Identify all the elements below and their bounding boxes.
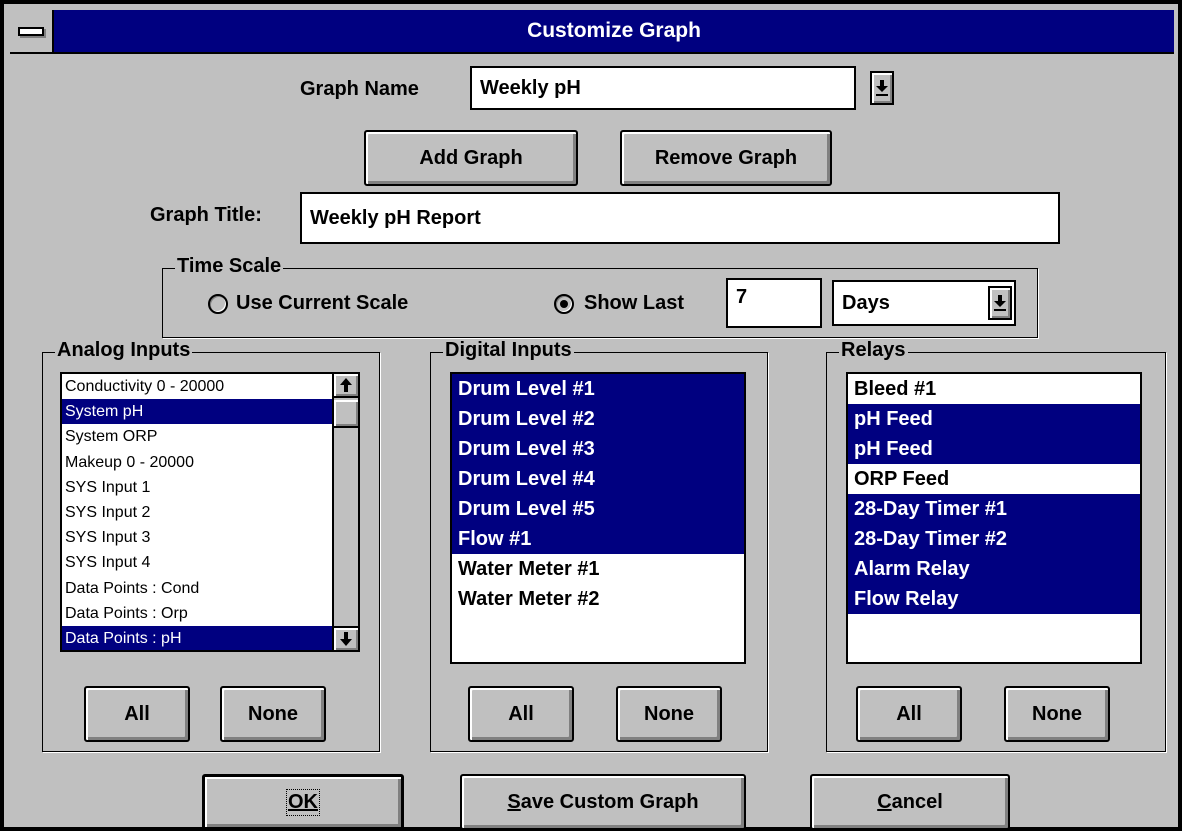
customize-graph-dialog: Customize Graph Graph Name Weekly pH Add… [0, 0, 1182, 831]
list-item[interactable]: Drum Level #5 [452, 494, 744, 524]
window-title: Customize Graph [527, 19, 701, 42]
graph-name-field[interactable]: Weekly pH [470, 66, 856, 110]
save-custom-graph-button[interactable]: Save Custom Graph [460, 774, 746, 830]
analog-inputs-scrollbar[interactable] [332, 374, 358, 650]
add-graph-button[interactable]: Add Graph [364, 130, 578, 186]
digital-inputs-list[interactable]: Drum Level #1 Drum Level #2 Drum Level #3 D… [450, 372, 746, 664]
analog-inputs-list[interactable]: Conductivity 0 - 20000 System pH System OR… [60, 372, 360, 652]
scroll-down-button[interactable] [334, 626, 358, 650]
show-last-value: 7 [736, 286, 748, 308]
down-arrow-icon [994, 295, 1006, 311]
show-last-value-field[interactable]: 7 [726, 278, 822, 328]
ok-button[interactable]: OK [202, 774, 404, 830]
show-last-label: Show Last [584, 292, 685, 314]
list-item[interactable]: Flow #1 [452, 524, 744, 554]
list-item[interactable]: Drum Level #3 [452, 434, 744, 464]
list-item[interactable]: Data Points : Cond [62, 576, 334, 601]
list-item[interactable]: Water Meter #1 [452, 554, 744, 584]
list-item[interactable]: pH Feed [848, 404, 1140, 434]
remove-graph-button[interactable]: Remove Graph [620, 130, 832, 186]
list-item[interactable]: Water Meter #2 [452, 584, 744, 614]
analog-all-button[interactable]: All [84, 686, 190, 742]
list-item[interactable]: SYS Input 4 [62, 550, 334, 575]
graph-title-label: Graph Title: [150, 204, 262, 226]
list-item[interactable]: 28-Day Timer #2 [848, 524, 1140, 554]
cancel-button-label: Cancel [877, 790, 943, 813]
list-item[interactable]: Conductivity 0 - 20000 [62, 374, 334, 399]
list-item[interactable]: ORP Feed [848, 464, 1140, 494]
digital-none-button[interactable]: None [616, 686, 722, 742]
relays-none-button[interactable]: None [1004, 686, 1110, 742]
scroll-thumb[interactable] [334, 400, 358, 428]
relays-all-button[interactable]: All [856, 686, 962, 742]
time-unit-value: Days [842, 291, 890, 314]
cancel-button[interactable]: Cancel [810, 774, 1010, 830]
list-item[interactable]: SYS Input 1 [62, 475, 334, 500]
list-item[interactable]: pH Feed [848, 434, 1140, 464]
list-item[interactable]: System ORP [62, 424, 334, 449]
list-item[interactable]: Makeup 0 - 20000 [62, 450, 334, 475]
list-item[interactable]: Flow Relay [848, 584, 1140, 614]
list-item[interactable]: Bleed #1 [848, 374, 1140, 404]
list-item[interactable]: Drum Level #2 [452, 404, 744, 434]
list-item[interactable]: 28-Day Timer #1 [848, 494, 1140, 524]
analog-inputs-title: Analog Inputs [55, 339, 193, 361]
graph-title-field[interactable]: Weekly pH Report [300, 192, 1060, 244]
analog-none-button[interactable]: None [220, 686, 326, 742]
graph-name-label: Graph Name [300, 78, 419, 100]
use-current-scale-radio[interactable] [208, 294, 228, 314]
list-item[interactable]: SYS Input 2 [62, 500, 334, 525]
relays-list[interactable]: Bleed #1 pH Feed pH Feed ORP Feed 28-Day Tim… [846, 372, 1142, 664]
save-custom-graph-label: Save Custom Graph [507, 790, 699, 813]
down-arrow-icon [876, 80, 888, 96]
show-last-radio[interactable] [554, 294, 574, 314]
ok-button-label: OK [286, 788, 320, 816]
list-item[interactable]: SYS Input 3 [62, 525, 334, 550]
system-menu-icon [18, 26, 44, 36]
scroll-up-button[interactable] [334, 374, 358, 398]
digital-all-button[interactable]: All [468, 686, 574, 742]
list-item[interactable]: System pH [62, 399, 334, 425]
time-unit-dropdown-button[interactable] [988, 286, 1012, 320]
list-item[interactable]: Drum Level #4 [452, 464, 744, 494]
list-item[interactable]: Data Points : pH [62, 625, 334, 650]
system-menu-button[interactable] [10, 10, 54, 52]
up-arrow-icon [340, 378, 352, 392]
list-item[interactable]: Data Points : Orp [62, 601, 334, 626]
graph-title-value: Weekly pH Report [310, 206, 481, 229]
use-current-scale-label: Use Current Scale [236, 292, 409, 314]
list-item[interactable]: Alarm Relay [848, 554, 1140, 584]
time-scale-title: Time Scale [175, 255, 284, 277]
relays-title: Relays [839, 339, 908, 361]
title-bar: Customize Graph [10, 10, 1174, 54]
list-item[interactable]: Drum Level #1 [452, 374, 744, 404]
digital-inputs-title: Digital Inputs [443, 339, 574, 361]
graph-name-dropdown-button[interactable] [870, 71, 894, 105]
down-arrow-icon [340, 632, 352, 646]
graph-name-value: Weekly pH [480, 76, 581, 99]
